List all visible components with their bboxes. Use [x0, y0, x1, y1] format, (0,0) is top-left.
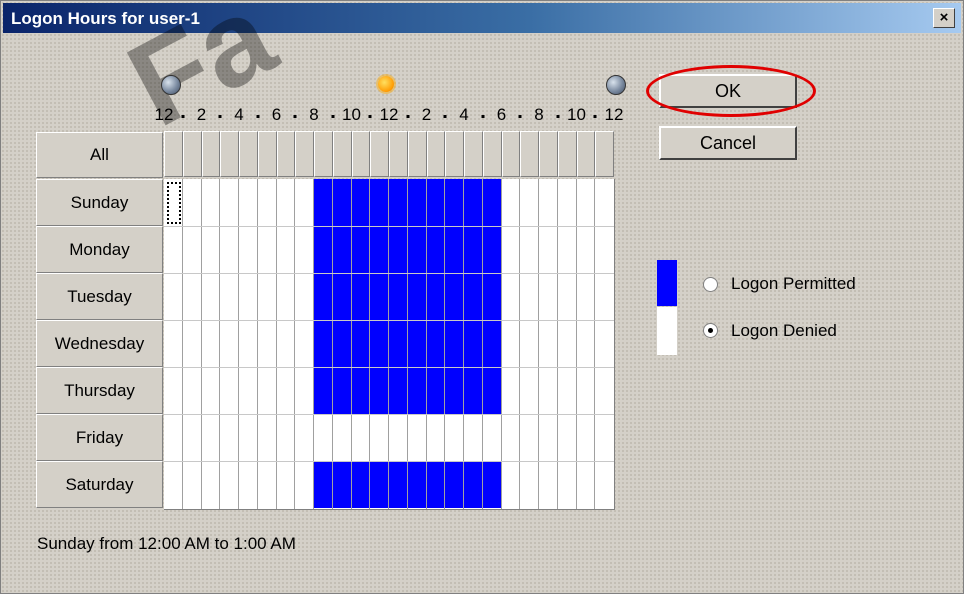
day-label: Tuesday — [67, 287, 132, 306]
tick-dot — [218, 115, 222, 118]
tick-dot — [293, 115, 297, 118]
hour-label: 2 — [421, 105, 432, 124]
day-gridline — [164, 367, 614, 368]
tick-dot — [368, 115, 372, 118]
day-label: Friday — [75, 428, 124, 447]
tick-dot — [181, 115, 185, 118]
day-row-button[interactable]: Monday — [36, 226, 163, 273]
day-row-button[interactable]: Sunday — [36, 179, 163, 226]
hour-column-button[interactable] — [520, 131, 539, 177]
day-row-button[interactable]: Saturday — [36, 461, 163, 508]
focus-cell — [167, 182, 181, 224]
hour-label: 2 — [196, 105, 207, 124]
hour-column-button[interactable] — [595, 131, 614, 177]
title-bar: Logon Hours for user-1 × — [3, 3, 961, 33]
hour-column-button[interactable] — [445, 131, 464, 177]
day-gridline — [164, 414, 614, 415]
hour-column-button[interactable] — [576, 131, 596, 177]
day-row-button[interactable]: Friday — [36, 414, 163, 461]
tick-dot — [406, 115, 410, 118]
day-gridline — [164, 273, 614, 274]
hour-column-button[interactable] — [332, 131, 352, 177]
permitted-swatch — [657, 260, 677, 306]
hour-column-button[interactable] — [220, 131, 239, 177]
hour-column-button[interactable] — [314, 131, 333, 177]
denied-swatch — [657, 307, 677, 355]
hour-column-button[interactable] — [407, 131, 427, 177]
all-label: All — [90, 145, 109, 164]
hour-label: 8 — [309, 105, 319, 124]
hour-column-button[interactable] — [239, 131, 258, 177]
hour-label: 4 — [234, 105, 244, 124]
window-title: Logon Hours for user-1 — [11, 9, 200, 28]
tick-dot — [593, 115, 597, 118]
tick-dot — [443, 115, 447, 118]
hour-column-button[interactable] — [539, 131, 558, 177]
hour-label: 12 — [379, 105, 399, 124]
day-row-button[interactable]: Thursday — [36, 367, 163, 414]
day-gridline — [164, 226, 614, 227]
hour-column-button[interactable] — [182, 131, 202, 177]
hour-column-button[interactable] — [276, 131, 296, 177]
day-label: Thursday — [64, 381, 135, 400]
day-label: Wednesday — [54, 334, 145, 353]
sun-icon — [378, 76, 394, 92]
hour-column-button[interactable] — [164, 131, 183, 177]
ok-button[interactable]: OK — [659, 74, 797, 108]
hour-label: 6 — [271, 105, 282, 124]
hour-column-button[interactable] — [501, 131, 521, 177]
hour-label: 4 — [459, 105, 469, 124]
day-label: Sunday — [70, 193, 129, 212]
hour-label: 6 — [496, 105, 507, 124]
hour-column-button[interactable] — [389, 131, 408, 177]
hour-label: 8 — [534, 105, 544, 124]
hour-label: 12 — [604, 105, 624, 124]
hour-label: 12 — [154, 105, 174, 124]
hour-column-button[interactable] — [426, 131, 446, 177]
status-text: Sunday from 12:00 AM to 1:00 AM — [37, 534, 296, 553]
day-gridline — [164, 320, 614, 321]
hour-column-headers — [164, 131, 614, 179]
radio-selected-dot — [708, 328, 713, 333]
day-label: Monday — [69, 240, 130, 259]
hour-column-button[interactable] — [351, 131, 371, 177]
logon-permitted-label[interactable]: Logon Permitted — [731, 274, 856, 294]
tick-dot — [256, 115, 260, 118]
moon-icon — [606, 75, 626, 95]
tick-dot — [331, 115, 335, 118]
tick-dot — [556, 115, 560, 118]
hour-label: 10 — [567, 105, 586, 124]
logon-permitted-radio[interactable] — [703, 277, 718, 292]
tick-dot — [481, 115, 485, 118]
hour-gridline — [164, 179, 596, 509]
day-label: Saturday — [65, 475, 134, 494]
hour-column-button[interactable] — [464, 131, 483, 177]
hour-column-button[interactable] — [370, 131, 389, 177]
moon-icon — [161, 75, 181, 95]
hour-column-button[interactable] — [257, 131, 277, 177]
logon-denied-radio[interactable] — [703, 323, 718, 338]
hour-column-button[interactable] — [201, 131, 221, 177]
day-row-button[interactable]: Wednesday — [36, 320, 163, 367]
hour-label: 10 — [342, 105, 361, 124]
hour-column-button[interactable] — [482, 131, 502, 177]
logon-hours-grid[interactable] — [164, 179, 615, 510]
tick-dot — [518, 115, 522, 118]
logon-denied-label[interactable]: Logon Denied — [731, 321, 837, 341]
cancel-button[interactable]: Cancel — [659, 126, 797, 160]
hour-column-button[interactable] — [295, 131, 314, 177]
hour-column-button[interactable] — [557, 131, 577, 177]
logon-hours-dialog: Logon Hours for user-1 × Fa 12 2 4 6 8 10 12 2 4… — [0, 0, 964, 594]
all-button[interactable]: All — [36, 132, 163, 178]
close-button[interactable]: × — [933, 8, 955, 28]
day-row-button[interactable]: Tuesday — [36, 273, 163, 320]
day-gridline — [164, 461, 614, 462]
